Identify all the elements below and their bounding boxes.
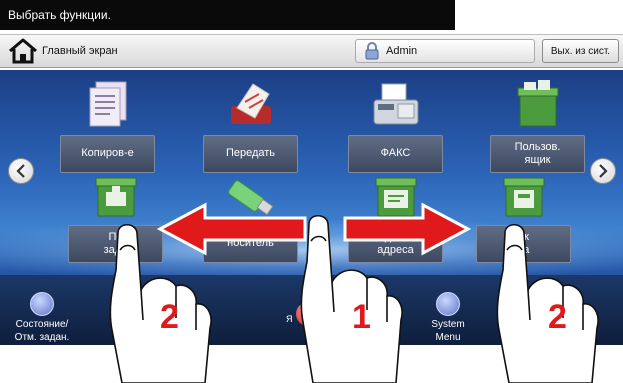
copy-documents-icon — [89, 81, 127, 127]
home-screen: Копиров-е Передать ФАКС Пользов. ящик По… — [0, 70, 623, 345]
chevron-left-icon — [16, 164, 25, 178]
home-label: Главный экран — [42, 45, 118, 57]
logout-button[interactable]: Вых. из сист. — [542, 39, 619, 63]
step-number-center: 1 — [352, 298, 371, 336]
energy-saver-label: Я — [286, 314, 293, 324]
lock-icon — [365, 42, 379, 60]
tile-label: доп. адреса — [348, 225, 443, 263]
usb-drive-icon — [228, 180, 274, 216]
tile-label: ик са — [476, 225, 571, 263]
system-menu-button[interactable]: System Menu — [418, 292, 478, 344]
header-bar: Главный экран Admin Вых. из сист. — [0, 34, 623, 68]
system-menu-label: System Menu — [431, 319, 465, 343]
job-box-icon — [95, 177, 137, 217]
step-number-right: 2 — [548, 298, 567, 336]
tile-label: По зада — [68, 225, 163, 263]
fax-box-icon — [503, 177, 545, 217]
send-icon — [231, 83, 271, 124]
status-job-cancel-button[interactable]: Состояние/ Отм. задан. — [2, 292, 82, 344]
chevron-right-icon — [599, 164, 608, 178]
address-box-icon — [375, 177, 417, 217]
status-label: Состояние/ Отм. задан. — [14, 319, 70, 343]
status-icon — [30, 292, 54, 316]
scroll-right-button[interactable] — [590, 158, 616, 184]
user-name: Admin — [386, 45, 418, 57]
system-menu-icon — [436, 292, 460, 316]
energy-saver-button[interactable]: Я — [286, 302, 320, 326]
home-icon — [9, 38, 37, 64]
message-text: Выбрать функции. — [8, 8, 111, 22]
step-number-left: 2 — [160, 298, 179, 336]
custom-box-icon — [517, 80, 559, 127]
home-button[interactable]: Главный экран — [0, 35, 355, 67]
user-indicator[interactable]: Admin — [355, 39, 535, 63]
scroll-left-button[interactable] — [8, 158, 34, 184]
tile-label: носитель — [203, 225, 298, 263]
message-bar: Выбрать функции. — [0, 0, 455, 30]
fax-icon — [373, 83, 419, 125]
